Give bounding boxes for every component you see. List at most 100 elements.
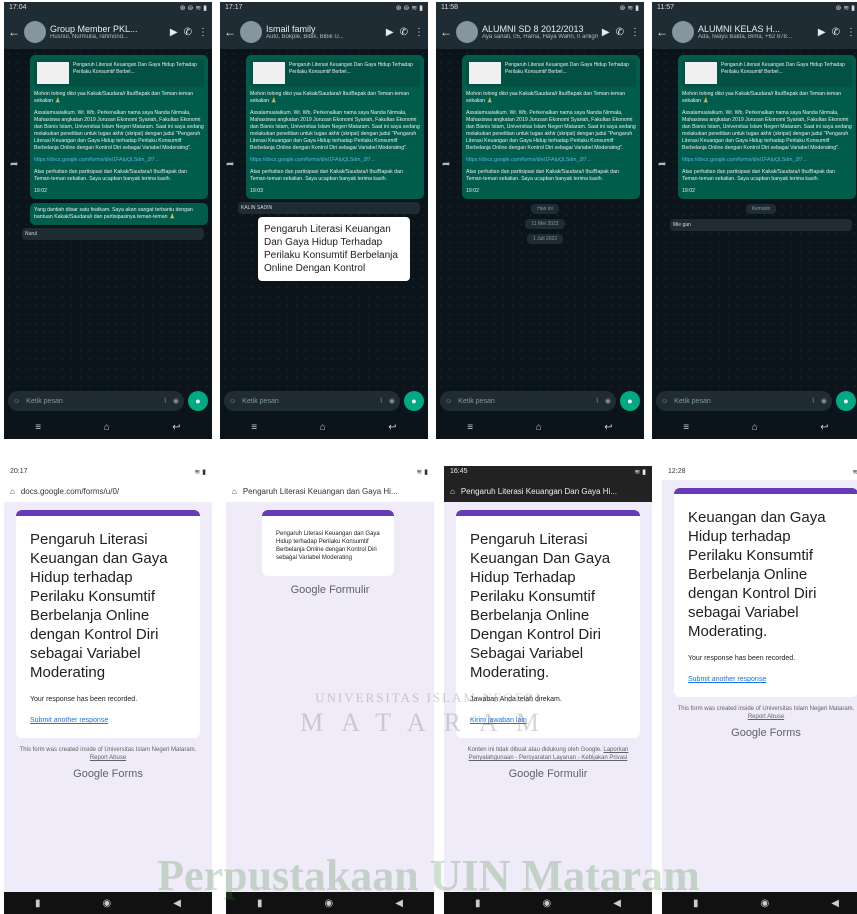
submit-another-link[interactable]: Kirim jawaban lain [470,717,626,724]
message-input[interactable]: ☺ Ketik pesan ⌇ ◉ [440,391,616,411]
group-avatar[interactable] [456,21,478,43]
header-text[interactable]: Ismail family Auto, Bokple, Bibik, Bibik … [266,24,382,40]
camera-icon[interactable]: ◉ [389,397,395,405]
recent-apps-icon[interactable]: ▮ [35,898,41,909]
menu-icon[interactable]: ⋮ [630,27,640,38]
phone-icon[interactable]: ✆ [184,27,192,38]
home-icon[interactable]: ⌂ [10,487,15,496]
forward-icon[interactable]: ➦ [442,159,450,170]
message-bubble[interactable]: Pengaruh Literasi Keuangan Dan Gaya Hidu… [462,55,640,199]
back-nav-icon[interactable]: ◀ [173,898,181,909]
header-text[interactable]: ALUMNI KELAS H... Ada, Iwayu Balda, Bima,… [698,24,814,40]
link-preview[interactable]: Pengaruh Literasi Keuangan Dan Gaya Hidu… [682,59,852,87]
camera-icon[interactable]: ◉ [821,397,827,405]
menu-icon[interactable]: ⋮ [846,27,856,38]
mic-button[interactable]: ● [620,391,640,411]
home-nav-icon[interactable]: ⌂ [320,422,326,433]
back-nav-icon[interactable]: ↩ [172,422,180,433]
link-preview[interactable]: Pengaruh Literasi Keuangan Dan Gaya Hidu… [250,59,420,87]
emoji-icon[interactable]: ☺ [229,398,236,405]
mic-button[interactable]: ● [404,391,424,411]
message-bubble[interactable]: Pengaruh Literasi Keuangan Dan Gaya Hidu… [30,55,208,199]
mic-button[interactable]: ● [188,391,208,411]
recent-apps-icon[interactable]: ▮ [475,898,481,909]
menu-nav-icon[interactable]: ≡ [35,422,41,433]
attach-icon[interactable]: ⌇ [595,397,598,405]
home-icon[interactable]: ⌂ [450,487,455,496]
back-nav-icon[interactable]: ◀ [395,898,403,909]
group-avatar[interactable] [240,21,262,43]
incoming-message[interactable]: KALIN SADIN [238,202,420,214]
home-nav-icon[interactable]: ⌂ [536,422,542,433]
forward-icon[interactable]: ➦ [658,159,666,170]
incoming-message[interactable]: Nurul [22,228,204,240]
message-input[interactable]: ☺ Ketik pesan ⌇ ◉ [656,391,832,411]
form-link[interactable]: https://docs.google.com/forms/d/e/1FAIpQ… [250,157,420,164]
form-link[interactable]: https://docs.google.com/forms/d/e/1FAIpQ… [682,157,852,164]
link-preview[interactable]: Pengaruh Literasi Keuangan Dan Gaya Hidu… [466,59,636,87]
emoji-icon[interactable]: ☺ [445,398,452,405]
submit-another-link[interactable]: Submit another response [30,717,186,724]
back-nav-icon[interactable]: ↩ [604,422,612,433]
camera-icon[interactable]: ◉ [605,397,611,405]
forward-icon[interactable]: ➦ [226,159,234,170]
home-icon[interactable]: ⌂ [232,487,237,496]
emoji-icon[interactable]: ☺ [13,398,20,405]
video-call-icon[interactable]: ▶ [602,27,610,38]
group-avatar[interactable] [24,21,46,43]
camera-icon[interactable]: ◉ [173,397,179,405]
mic-button[interactable]: ● [836,391,856,411]
phone-icon[interactable]: ✆ [400,27,408,38]
group-avatar[interactable] [672,21,694,43]
video-call-icon[interactable]: ▶ [818,27,826,38]
message-input[interactable]: ☺ Ketik pesan ⌇ ◉ [224,391,400,411]
url-bar[interactable]: ⌂ Pengaruh Literasi Keuangan dan Gaya Hi.… [226,480,434,502]
menu-nav-icon[interactable]: ≡ [467,422,473,433]
phone-icon[interactable]: ✆ [616,27,624,38]
menu-icon[interactable]: ⋮ [414,27,424,38]
header-text[interactable]: Group Member PKL... Husnul, Nurmulia, rah… [50,24,166,40]
message-bubble[interactable]: Yang dantiah diisar satu featkam. Saya a… [30,203,208,225]
menu-icon[interactable]: ⋮ [198,27,208,38]
back-arrow-icon[interactable]: ← [8,25,20,39]
back-arrow-icon[interactable]: ← [440,25,452,39]
back-nav-icon[interactable]: ↩ [820,422,828,433]
report-abuse-link[interactable]: Report Abuse [748,714,784,720]
phone-icon[interactable]: ✆ [832,27,840,38]
report-abuse-link[interactable]: Report Abuse [90,755,126,761]
home-nav-icon[interactable]: ⌂ [752,422,758,433]
emoji-icon[interactable]: ☺ [661,398,668,405]
home-nav-icon[interactable]: ◉ [761,898,770,909]
form-card[interactable]: Pengaruh Literasi Keuangan Dan Gaya Hidu… [258,217,410,281]
back-nav-icon[interactable]: ◀ [831,898,839,909]
home-nav-icon[interactable]: ◉ [103,898,112,909]
recent-apps-icon[interactable]: ▮ [257,898,263,909]
menu-nav-icon[interactable]: ≡ [683,422,689,433]
form-link[interactable]: https://docs.google.com/forms/d/e/1FAIpQ… [466,157,636,164]
back-arrow-icon[interactable]: ← [224,25,236,39]
back-arrow-icon[interactable]: ← [656,25,668,39]
forward-icon[interactable]: ➦ [10,159,18,170]
attach-icon[interactable]: ⌇ [379,397,382,405]
home-nav-icon[interactable]: ◉ [325,898,334,909]
home-nav-icon[interactable]: ◉ [543,898,552,909]
header-text[interactable]: ALUMNI SD 8 2012/2013 Aya sanati, 05, Ham… [482,24,598,40]
video-call-icon[interactable]: ▶ [170,27,178,38]
back-nav-icon[interactable]: ↩ [388,422,396,433]
url-bar[interactable]: ⌂ docs.google.com/forms/u/0/ [4,480,212,502]
attach-icon[interactable]: ⌇ [163,397,166,405]
video-call-icon[interactable]: ▶ [386,27,394,38]
recent-apps-icon[interactable]: ▮ [693,898,699,909]
submit-another-link[interactable]: Submit another response [688,676,844,683]
form-link[interactable]: https://docs.google.com/forms/d/e/1FAIpQ… [34,157,204,164]
message-input[interactable]: ☺ Ketik pesan ⌇ ◉ [8,391,184,411]
message-bubble[interactable]: Pengaruh Literasi Keuangan Dan Gaya Hidu… [246,55,424,199]
back-nav-icon[interactable]: ◀ [613,898,621,909]
attach-icon[interactable]: ⌇ [811,397,814,405]
url-bar[interactable]: ⌂ Pengaruh Literasi Keuangan Dan Gaya Hi.… [444,480,652,502]
message-bubble[interactable]: Pengaruh Literasi Keuangan Dan Gaya Hidu… [678,55,856,199]
link-preview[interactable]: Pengaruh Literasi Keuangan Dan Gaya Hidu… [34,59,204,87]
incoming-message[interactable]: Mie gan [670,219,852,231]
menu-nav-icon[interactable]: ≡ [251,422,257,433]
home-nav-icon[interactable]: ⌂ [104,422,110,433]
